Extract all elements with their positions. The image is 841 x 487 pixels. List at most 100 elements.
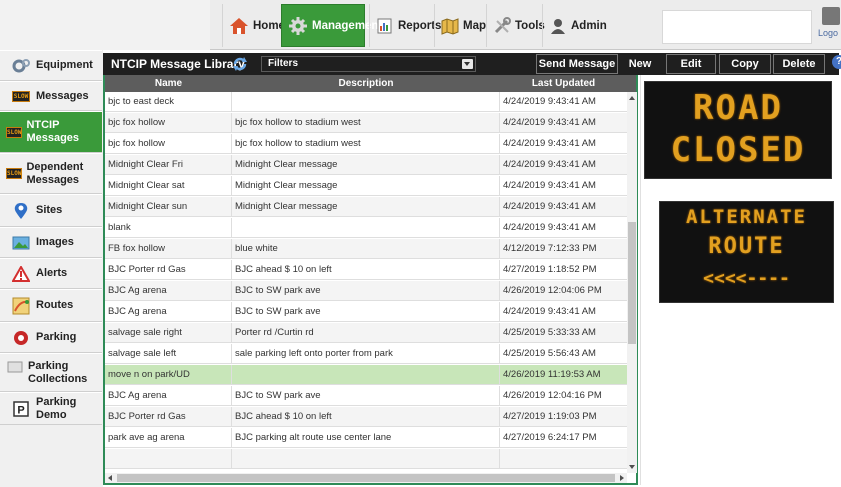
table-row[interactable]: Midnight Clear sat Midnight Clear message… (105, 176, 627, 196)
table-row[interactable]: park ave ag arena BJC parking alt route u… (105, 428, 627, 448)
nav-management[interactable]: Management (281, 4, 382, 47)
table-body: bjc to east deck 4/24/2019 9:43:41 AM bjc… (105, 92, 627, 473)
cell-name: bjc fox hollow (105, 134, 232, 154)
delete-button[interactable]: Delete (773, 54, 825, 74)
scroll-left-arrow-icon[interactable] (108, 475, 112, 481)
sidebar-item-sites[interactable]: Sites (0, 194, 102, 227)
sidebar-item-label-row: Parking Collections (6, 360, 102, 386)
cell-description: Midnight Clear message (232, 197, 500, 217)
table-row-selected[interactable]: move n on park/UD 4/26/2019 11:19:53 AM (105, 365, 627, 385)
edit-button[interactable]: Edit (666, 54, 716, 74)
sidebar-item-parking-collections[interactable]: Parking Collections (0, 353, 102, 392)
sidebar-item-parking-demo[interactable]: P Parking Demo (0, 392, 102, 425)
sidebar-item-parking[interactable]: Parking (0, 322, 102, 353)
cell-description: bjc fox hollow to stadium west (232, 134, 500, 154)
sidebar-item-equipment[interactable]: Equipment (0, 50, 102, 81)
cell-updated: 4/24/2019 9:43:41 AM (503, 159, 596, 170)
column-header-description[interactable]: Description (232, 75, 500, 92)
table-row[interactable] (105, 449, 627, 469)
sign-line: ROAD (693, 88, 783, 128)
column-header-last-updated[interactable]: Last Updated (500, 75, 627, 92)
cell-name: salvage sale left (105, 344, 232, 364)
filters-dropdown[interactable]: Filters (261, 56, 476, 72)
cell-name: FB fox hollow (105, 239, 232, 259)
scroll-down-arrow-icon[interactable] (629, 465, 635, 469)
table-row[interactable]: bjc fox hollow bjc fox hollow to stadium … (105, 113, 627, 133)
user-info-box (662, 10, 812, 44)
scroll-right-arrow-icon[interactable] (620, 475, 624, 481)
help-icon[interactable]: ? (832, 55, 841, 69)
table-row[interactable]: BJC Porter rd Gas BJC ahead $ 10 on left 4… (105, 407, 627, 427)
filters-label: Filters (268, 58, 299, 69)
copy-button[interactable]: Copy (719, 54, 771, 74)
table-row[interactable]: bjc fox hollow bjc fox hollow to stadium … (105, 134, 627, 154)
sidebar-item-label: Equipment (36, 59, 93, 71)
scrollbar-thumb[interactable] (628, 222, 636, 344)
nav-admin[interactable]: Admin (542, 4, 607, 47)
map-icon (441, 15, 459, 37)
cell-updated: 4/24/2019 9:43:41 AM (503, 117, 596, 128)
sidebar-item-images[interactable]: Images (0, 227, 102, 258)
table-row[interactable]: blank 4/24/2019 9:43:41 AM (105, 218, 627, 238)
tools-icon (493, 15, 511, 37)
cell-description (232, 365, 500, 385)
routes-icon (12, 297, 30, 314)
refresh-icon[interactable] (232, 56, 248, 72)
cell-description: Midnight Clear message (232, 155, 500, 175)
table-row[interactable]: Midnight Clear sun Midnight Clear message… (105, 197, 627, 217)
send-message-button[interactable]: Send Message (536, 54, 618, 74)
panel-title: NTCIP Message Library (111, 57, 245, 71)
nav-home[interactable]: Home (222, 4, 285, 47)
scrollbar-thumb[interactable] (117, 474, 615, 482)
sidebar-item-label-wrap: Parking Collections (6, 360, 102, 386)
cell-description: BJC parking alt route use center lane (232, 428, 500, 448)
sign-line: CLOSED (670, 130, 806, 170)
table-row[interactable]: FB fox hollow blue white 4/12/2019 7:12:33… (105, 239, 627, 259)
sidebar-item-messages[interactable]: SLOW Messages (0, 81, 102, 111)
scroll-up-arrow-icon[interactable] (629, 96, 635, 100)
panel-toolbar: NTCIP Message Library Filters Send Messa… (103, 53, 841, 75)
sidebar-item-label: Alerts (36, 267, 68, 279)
sidebar-item-label: NTCIP Messages (26, 119, 80, 144)
equipment-icon (12, 58, 30, 73)
cell-description: BJC to SW park ave (232, 302, 500, 322)
cell-name: BJC Ag arena (105, 302, 232, 322)
sidebar-item-label-wrap: SLOW Dependent Messages (6, 161, 102, 187)
cell-name: bjc fox hollow (105, 113, 232, 133)
table-row[interactable]: Midnight Clear Fri Midnight Clear message… (105, 155, 627, 175)
svg-text:P: P (17, 404, 24, 416)
parking-p-icon: P (12, 400, 30, 417)
sidebar-item-dependent-messages[interactable]: SLOW Dependent Messages (0, 153, 102, 194)
sign-icon-text: SLOW (12, 90, 30, 102)
new-button[interactable]: New (620, 54, 660, 74)
sign-preview-1: ROAD CLOSED (644, 81, 832, 179)
cell-description: BJC ahead $ 10 on left (232, 260, 500, 280)
table-row[interactable]: BJC Ag arena BJC to SW park ave 4/26/2019 … (105, 281, 627, 301)
nav-map[interactable]: Map (434, 4, 486, 47)
top-left-blank (0, 0, 210, 50)
nav-tools[interactable]: Tools (486, 4, 545, 47)
cell-description: bjc fox hollow to stadium west (232, 113, 500, 133)
horizontal-scrollbar[interactable] (105, 473, 627, 483)
sidebar-item-ntcip-messages[interactable]: SLOW NTCIP Messages (0, 111, 102, 153)
cell-updated: 4/12/2019 7:12:33 PM (503, 243, 597, 254)
sidebar-item-routes[interactable]: Routes (0, 289, 102, 322)
table-row[interactable]: BJC Porter rd Gas BJC ahead $ 10 on left 4… (105, 260, 627, 280)
admin-icon (549, 15, 567, 37)
cell-updated: 4/24/2019 9:43:41 AM (503, 222, 596, 233)
column-header-name[interactable]: Name (105, 75, 232, 92)
vertical-scrollbar[interactable] (627, 92, 637, 473)
table-row[interactable]: BJC Ag arena BJC to SW park ave 4/24/2019 … (105, 302, 627, 322)
cell-name: Midnight Clear sun (105, 197, 232, 217)
cell-description (232, 449, 500, 469)
sidebar-item-alerts[interactable]: Alerts (0, 258, 102, 289)
table-row[interactable]: salvage sale right Porter rd /Curtin rd 4/… (105, 323, 627, 343)
cell-name: bjc to east deck (105, 92, 232, 112)
sidebar-item-label: Dependent Messages (26, 160, 84, 186)
table-row[interactable]: BJC Ag arena BJC to SW park ave 4/26/2019 … (105, 386, 627, 406)
logo: Logo (818, 4, 841, 47)
table-row[interactable]: bjc to east deck 4/24/2019 9:43:41 AM (105, 92, 627, 112)
sidebar-item-label-row: SLOW NTCIP Messages (6, 119, 102, 145)
table-row[interactable]: salvage sale left sale parking left onto … (105, 344, 627, 364)
nav-reports[interactable]: Reports (369, 4, 441, 47)
